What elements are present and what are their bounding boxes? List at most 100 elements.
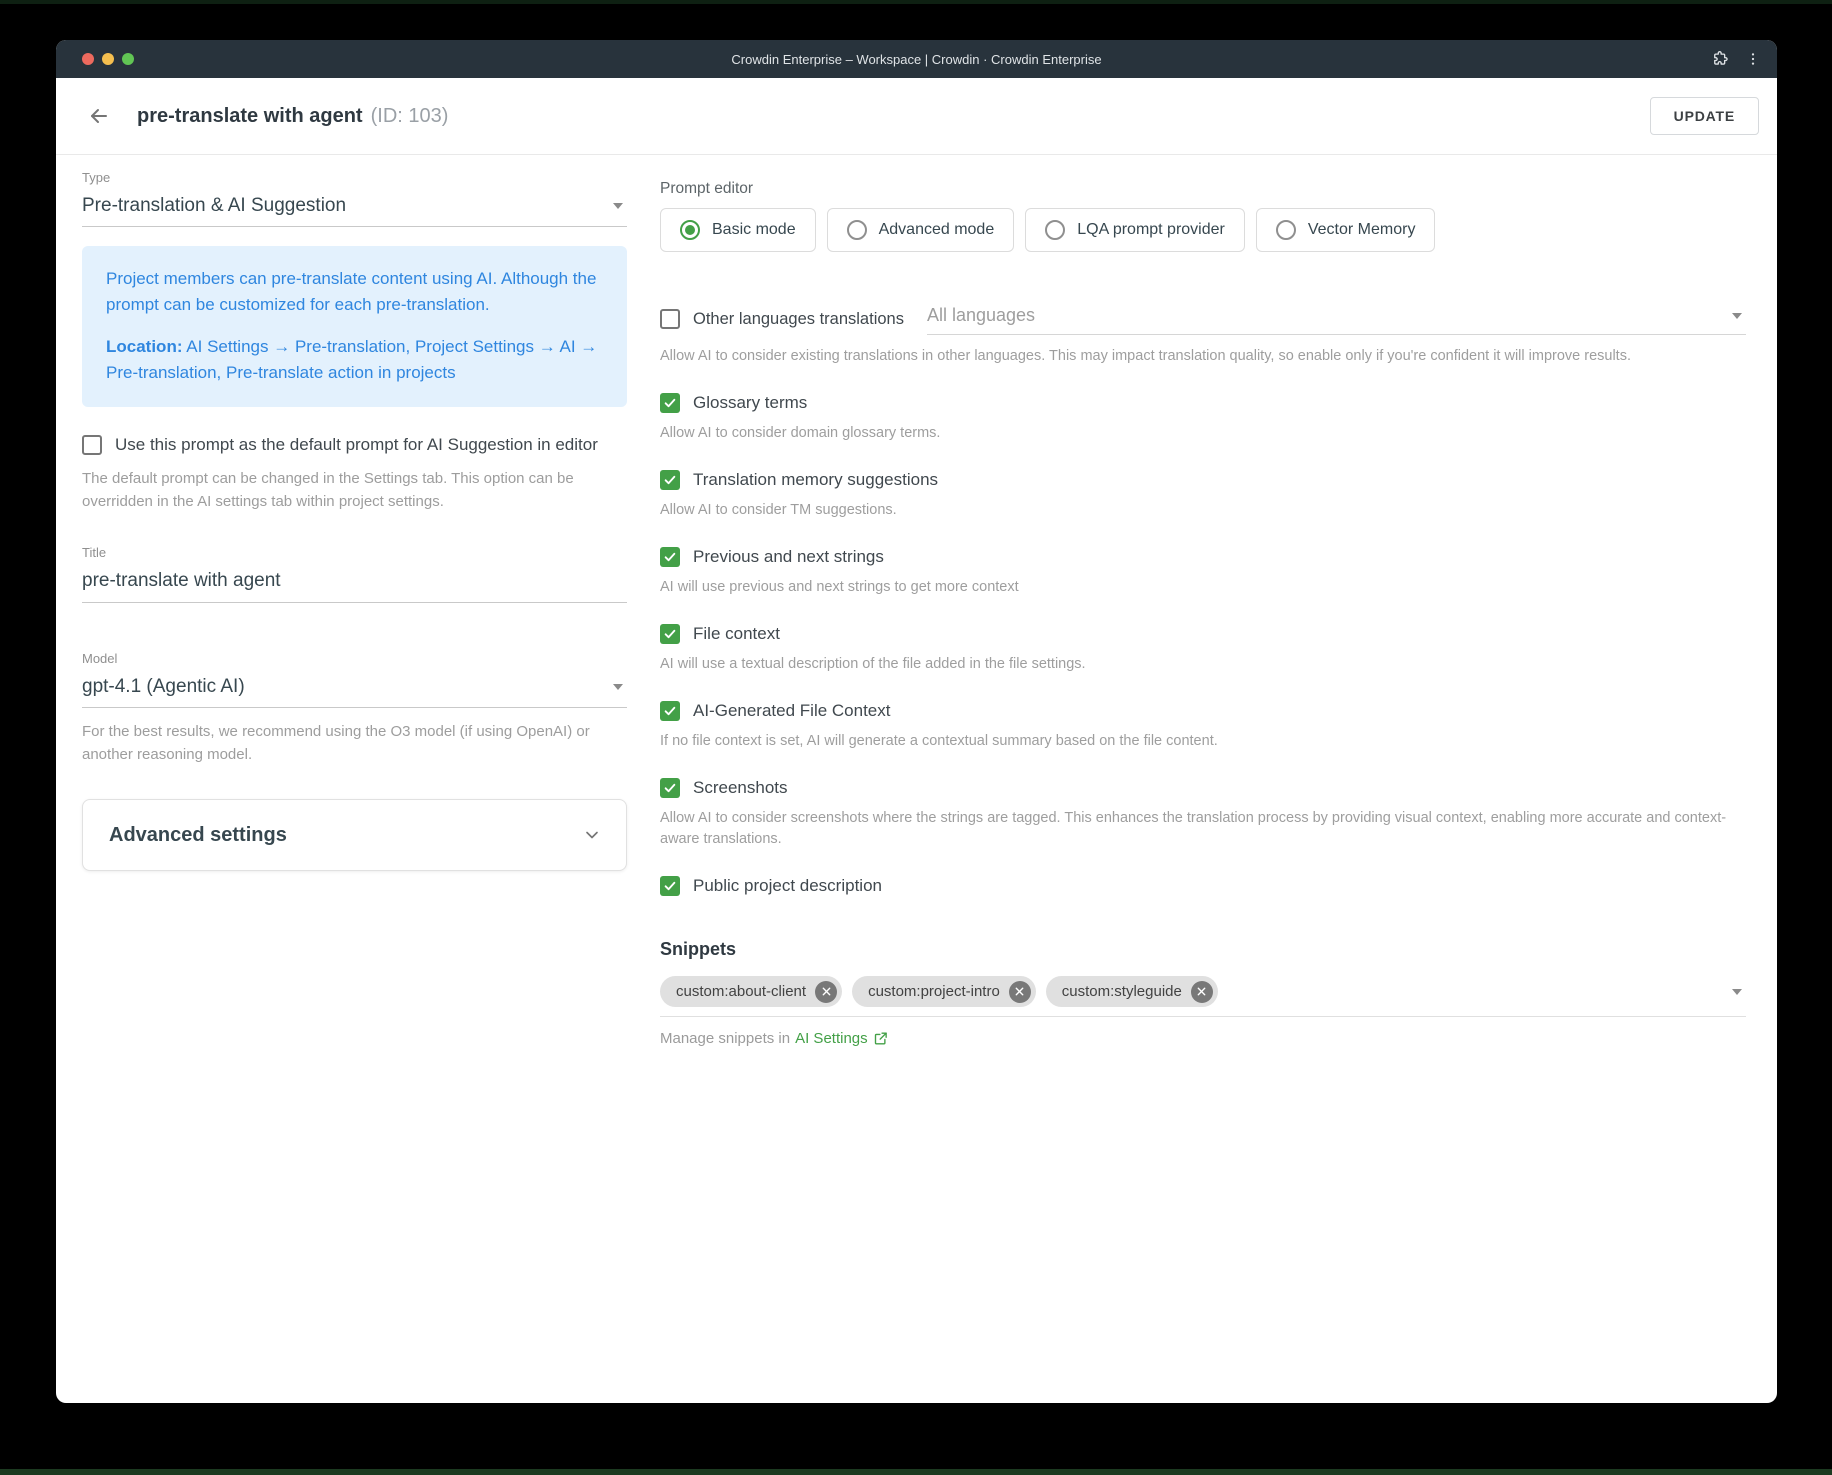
radio-basic-mode[interactable]: Basic mode — [660, 208, 816, 252]
back-button[interactable] — [85, 102, 113, 130]
chip-label: custom:styleguide — [1062, 983, 1182, 1000]
radio-advanced-mode[interactable]: Advanced mode — [827, 208, 1015, 252]
right-column: Prompt editor Basic mode Advanced mode L… — [660, 155, 1746, 1047]
option-ai-generated-file-context: AI-Generated File Context If no file con… — [660, 701, 1746, 752]
ai-settings-link[interactable]: AI Settings — [795, 1030, 888, 1047]
checkbox-row[interactable]: File context — [660, 624, 1746, 644]
radio-vector-memory[interactable]: Vector Memory — [1256, 208, 1436, 252]
chip-remove-icon[interactable] — [1191, 981, 1213, 1003]
option-glossary-terms: Glossary terms Allow AI to consider doma… — [660, 393, 1746, 444]
browser-menu-icon[interactable] — [1745, 50, 1761, 68]
info-location-label: Location: — [106, 337, 183, 356]
default-prompt-label: Use this prompt as the default prompt fo… — [115, 435, 598, 455]
other-languages-description: Allow AI to consider existing translatio… — [660, 346, 1746, 367]
option-description: If no file context is set, AI will gener… — [660, 731, 1746, 752]
option-label: Glossary terms — [693, 393, 807, 413]
option-description: AI will use a textual description of the… — [660, 654, 1746, 675]
prompt-editor-modes: Basic mode Advanced mode LQA prompt prov… — [660, 208, 1746, 252]
option-label: AI-Generated File Context — [693, 701, 890, 721]
chip-remove-icon[interactable] — [1009, 981, 1031, 1003]
checkbox-checked-icon[interactable] — [660, 876, 680, 896]
languages-select[interactable]: All languages — [927, 303, 1746, 335]
option-description: Allow AI to consider domain glossary ter… — [660, 423, 1746, 444]
extensions-icon[interactable] — [1711, 50, 1729, 68]
option-description: Allow AI to consider TM suggestions. — [660, 500, 1746, 521]
chevron-down-icon — [582, 825, 602, 845]
checkbox-row[interactable]: AI-Generated File Context — [660, 701, 1746, 721]
checkbox-row[interactable]: Screenshots — [660, 778, 1746, 798]
close-window-button[interactable] — [82, 53, 94, 65]
type-label: Type — [82, 170, 627, 185]
maximize-window-button[interactable] — [122, 53, 134, 65]
checkbox-checked-icon[interactable] — [660, 624, 680, 644]
chip-label: custom:project-intro — [868, 983, 1000, 1000]
window-controls — [82, 53, 134, 65]
radio-lqa-prompt-provider[interactable]: LQA prompt provider — [1025, 208, 1245, 252]
background-edge — [0, 1469, 1832, 1475]
checkbox-unchecked-icon[interactable] — [82, 435, 102, 455]
minimize-window-button[interactable] — [102, 53, 114, 65]
checkbox-checked-icon[interactable] — [660, 778, 680, 798]
advanced-settings-title: Advanced settings — [109, 824, 287, 847]
radio-label: Advanced mode — [879, 221, 995, 239]
default-prompt-help: The default prompt can be changed in the… — [82, 467, 627, 514]
browser-window: Crowdin Enterprise – Workspace | Crowdin… — [56, 40, 1777, 1403]
languages-select-placeholder: All languages — [927, 305, 1035, 326]
chevron-down-icon — [1732, 313, 1742, 319]
background-edge — [0, 0, 1832, 4]
option-label: File context — [693, 624, 780, 644]
radio-label: LQA prompt provider — [1077, 221, 1225, 239]
model-help: For the best results, we recommend using… — [82, 720, 627, 767]
option-screenshots: Screenshots Allow AI to consider screens… — [660, 778, 1746, 850]
option-label: Public project description — [693, 876, 882, 896]
option-public-project-description: Public project description — [660, 876, 1746, 896]
model-label: Model — [82, 651, 627, 666]
checkbox-row[interactable]: Translation memory suggestions — [660, 470, 1746, 490]
checkbox-checked-icon[interactable] — [660, 701, 680, 721]
option-description: Allow AI to consider screenshots where t… — [660, 808, 1746, 850]
page-header: pre-translate with agent (ID: 103) UPDAT… — [56, 78, 1777, 155]
back-arrow-icon — [87, 104, 111, 128]
page-title: pre-translate with agent — [137, 105, 363, 128]
default-prompt-checkbox-row[interactable]: Use this prompt as the default prompt fo… — [82, 435, 627, 455]
checkbox-row[interactable]: Glossary terms — [660, 393, 1746, 413]
snippet-chip: custom:project-intro — [852, 976, 1036, 1007]
title-input[interactable]: pre-translate with agent — [82, 564, 627, 603]
prompt-editor-label: Prompt editor — [660, 180, 1746, 198]
radio-selected-icon — [680, 220, 700, 240]
option-label: Screenshots — [693, 778, 788, 798]
type-select[interactable]: Pre-translation & AI Suggestion — [82, 189, 627, 227]
option-description: AI will use previous and next strings to… — [660, 577, 1746, 598]
chevron-down-icon — [1732, 989, 1742, 995]
checkbox-checked-icon[interactable] — [660, 470, 680, 490]
info-location: Location: AI Settings → Pre-translation,… — [106, 334, 603, 385]
update-button[interactable]: UPDATE — [1650, 97, 1759, 135]
checkbox-row[interactable]: Public project description — [660, 876, 1746, 896]
title-label: Title — [82, 545, 627, 560]
info-box: Project members can pre-translate conten… — [82, 246, 627, 407]
other-languages-checkbox-row[interactable]: Other languages translations — [660, 309, 904, 329]
chip-remove-icon[interactable] — [815, 981, 837, 1003]
snippets-select[interactable]: custom:about-client custom:project-intro… — [660, 976, 1746, 1017]
checkbox-row[interactable]: Previous and next strings — [660, 547, 1746, 567]
snippet-chip: custom:styleguide — [1046, 976, 1218, 1007]
external-link-icon — [873, 1031, 888, 1046]
chevron-down-icon — [613, 203, 623, 209]
option-file-context: File context AI will use a textual descr… — [660, 624, 1746, 675]
manage-snippets-text: Manage snippets in — [660, 1030, 790, 1047]
chip-label: custom:about-client — [676, 983, 806, 1000]
window-title: Crowdin Enterprise – Workspace | Crowdin… — [56, 52, 1777, 67]
other-languages-label: Other languages translations — [693, 310, 904, 329]
page-id: (ID: 103) — [371, 105, 449, 128]
radio-unselected-icon — [1045, 220, 1065, 240]
model-select[interactable]: gpt-4.1 (Agentic AI) — [82, 670, 627, 708]
advanced-settings-expander[interactable]: Advanced settings — [82, 799, 627, 871]
checkbox-checked-icon[interactable] — [660, 547, 680, 567]
checkbox-unchecked-icon[interactable] — [660, 309, 680, 329]
snippet-chip: custom:about-client — [660, 976, 842, 1007]
checkbox-checked-icon[interactable] — [660, 393, 680, 413]
radio-label: Basic mode — [712, 221, 796, 239]
radio-label: Vector Memory — [1308, 221, 1416, 239]
option-translation-memory-suggestions: Translation memory suggestions Allow AI … — [660, 470, 1746, 521]
info-text: Project members can pre-translate conten… — [106, 266, 603, 317]
